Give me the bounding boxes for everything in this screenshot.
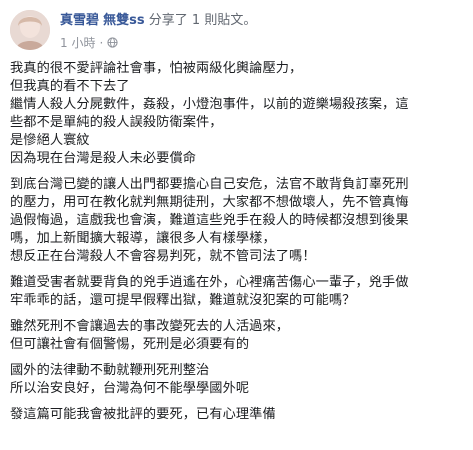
text-line: 想反正在台灣殺人不會容易判死，就不管司法了嗎！ — [10, 249, 316, 264]
text-line: 過假悔過，這戲我也會演，難道這些兇手在殺人的時候都沒想到後果 — [10, 213, 409, 228]
facebook-post: 真雪碧 無雙ss 分享了 1 則貼文。 1 小時 · 我真的很不愛評論社會事，怕… — [0, 0, 473, 450]
text-line: 但可讓社會有個警惕，死刑是必須要有的 — [10, 337, 250, 352]
author-link[interactable]: 真雪碧 — [60, 13, 99, 28]
text-line: 到底台灣已變的讓人出門都要擔心自己安危，法官不敢背負訂辜死刑 — [10, 177, 409, 192]
text-line: 牢乖乖的話，還可提早假釋出獄，難道就沒犯案的可能嗎？ — [10, 293, 356, 308]
text-line: 繼情人殺人分屍數件，姦殺，小燈泡事件，以前的遊樂場殺孩案，這 — [10, 97, 409, 112]
text-line: 的壓力，用可在教化就判無期徒刑，大家都不想做壞人，先不管真悔 — [10, 195, 409, 210]
globe-icon[interactable] — [107, 37, 118, 48]
paragraph: 發這篇可能我會被批評的要死，已有心理準備 — [10, 406, 465, 424]
text-line: 所以治安良好，台灣為何不能學學國外呢 — [10, 381, 250, 396]
paragraph: 雖然死刑不會讓過去的事改變死去的人活過來， 但可讓社會有個警惕，死刑是必須要有的 — [10, 318, 465, 354]
paragraph: 難道受害者就要背負的兇手逍遙在外，心裡痛苦傷心一輩子，兇手做 牢乖乖的話，還可提… — [10, 274, 465, 310]
avatar[interactable] — [10, 10, 50, 50]
text-line: 國外的法律動不動就鞭刑死刑整治 — [10, 363, 210, 378]
text-line: 因為現在台灣是殺人未必要償命 — [10, 151, 197, 166]
text-line: 雖然死刑不會讓過去的事改變死去的人活過來， — [10, 319, 290, 334]
text-line: 我真的很不愛評論社會事，怕被兩級化輿論壓力， — [10, 61, 303, 76]
meta-separator: · — [99, 35, 104, 50]
post-header: 真雪碧 無雙ss 分享了 1 則貼文。 1 小時 · — [10, 10, 465, 54]
post-title: 真雪碧 無雙ss 分享了 1 則貼文。 — [60, 12, 256, 29]
text-line: 發這篇可能我會被批評的要死，已有心理準備 — [10, 407, 276, 422]
text-line: 是慘絕人寰紋 — [10, 133, 90, 148]
post-body: 我真的很不愛評論社會事，怕被兩級化輿論壓力， 但我真的看不下去了 繼情人殺人分屍… — [10, 60, 465, 432]
paragraph: 到底台灣已變的讓人出門都要擔心自己安危，法官不敢背負訂辜死刑 的壓力，用可在教化… — [10, 176, 465, 266]
paragraph: 國外的法律動不動就鞭刑死刑整治 所以治安良好，台灣為何不能學學國外呢 — [10, 362, 465, 398]
post-timestamp[interactable]: 1 小時 — [60, 34, 95, 51]
text-line: 些都不是單純的殺人誤殺防衛案件， — [10, 115, 223, 130]
paragraph: 我真的很不愛評論社會事，怕被兩級化輿論壓力， 但我真的看不下去了 繼情人殺人分屍… — [10, 60, 465, 168]
author-page-link[interactable]: 無雙ss — [103, 13, 144, 28]
text-line: 但我真的看不下去了 — [10, 79, 130, 94]
post-meta: 1 小時 · — [60, 34, 118, 51]
shared-text: 分享了 1 則貼文。 — [148, 13, 257, 28]
text-line: 嗎，加上新聞擴大報導，讓很多人有樣學樣， — [10, 231, 276, 246]
text-line: 難道受害者就要背負的兇手逍遙在外，心裡痛苦傷心一輩子，兇手做 — [10, 275, 409, 290]
